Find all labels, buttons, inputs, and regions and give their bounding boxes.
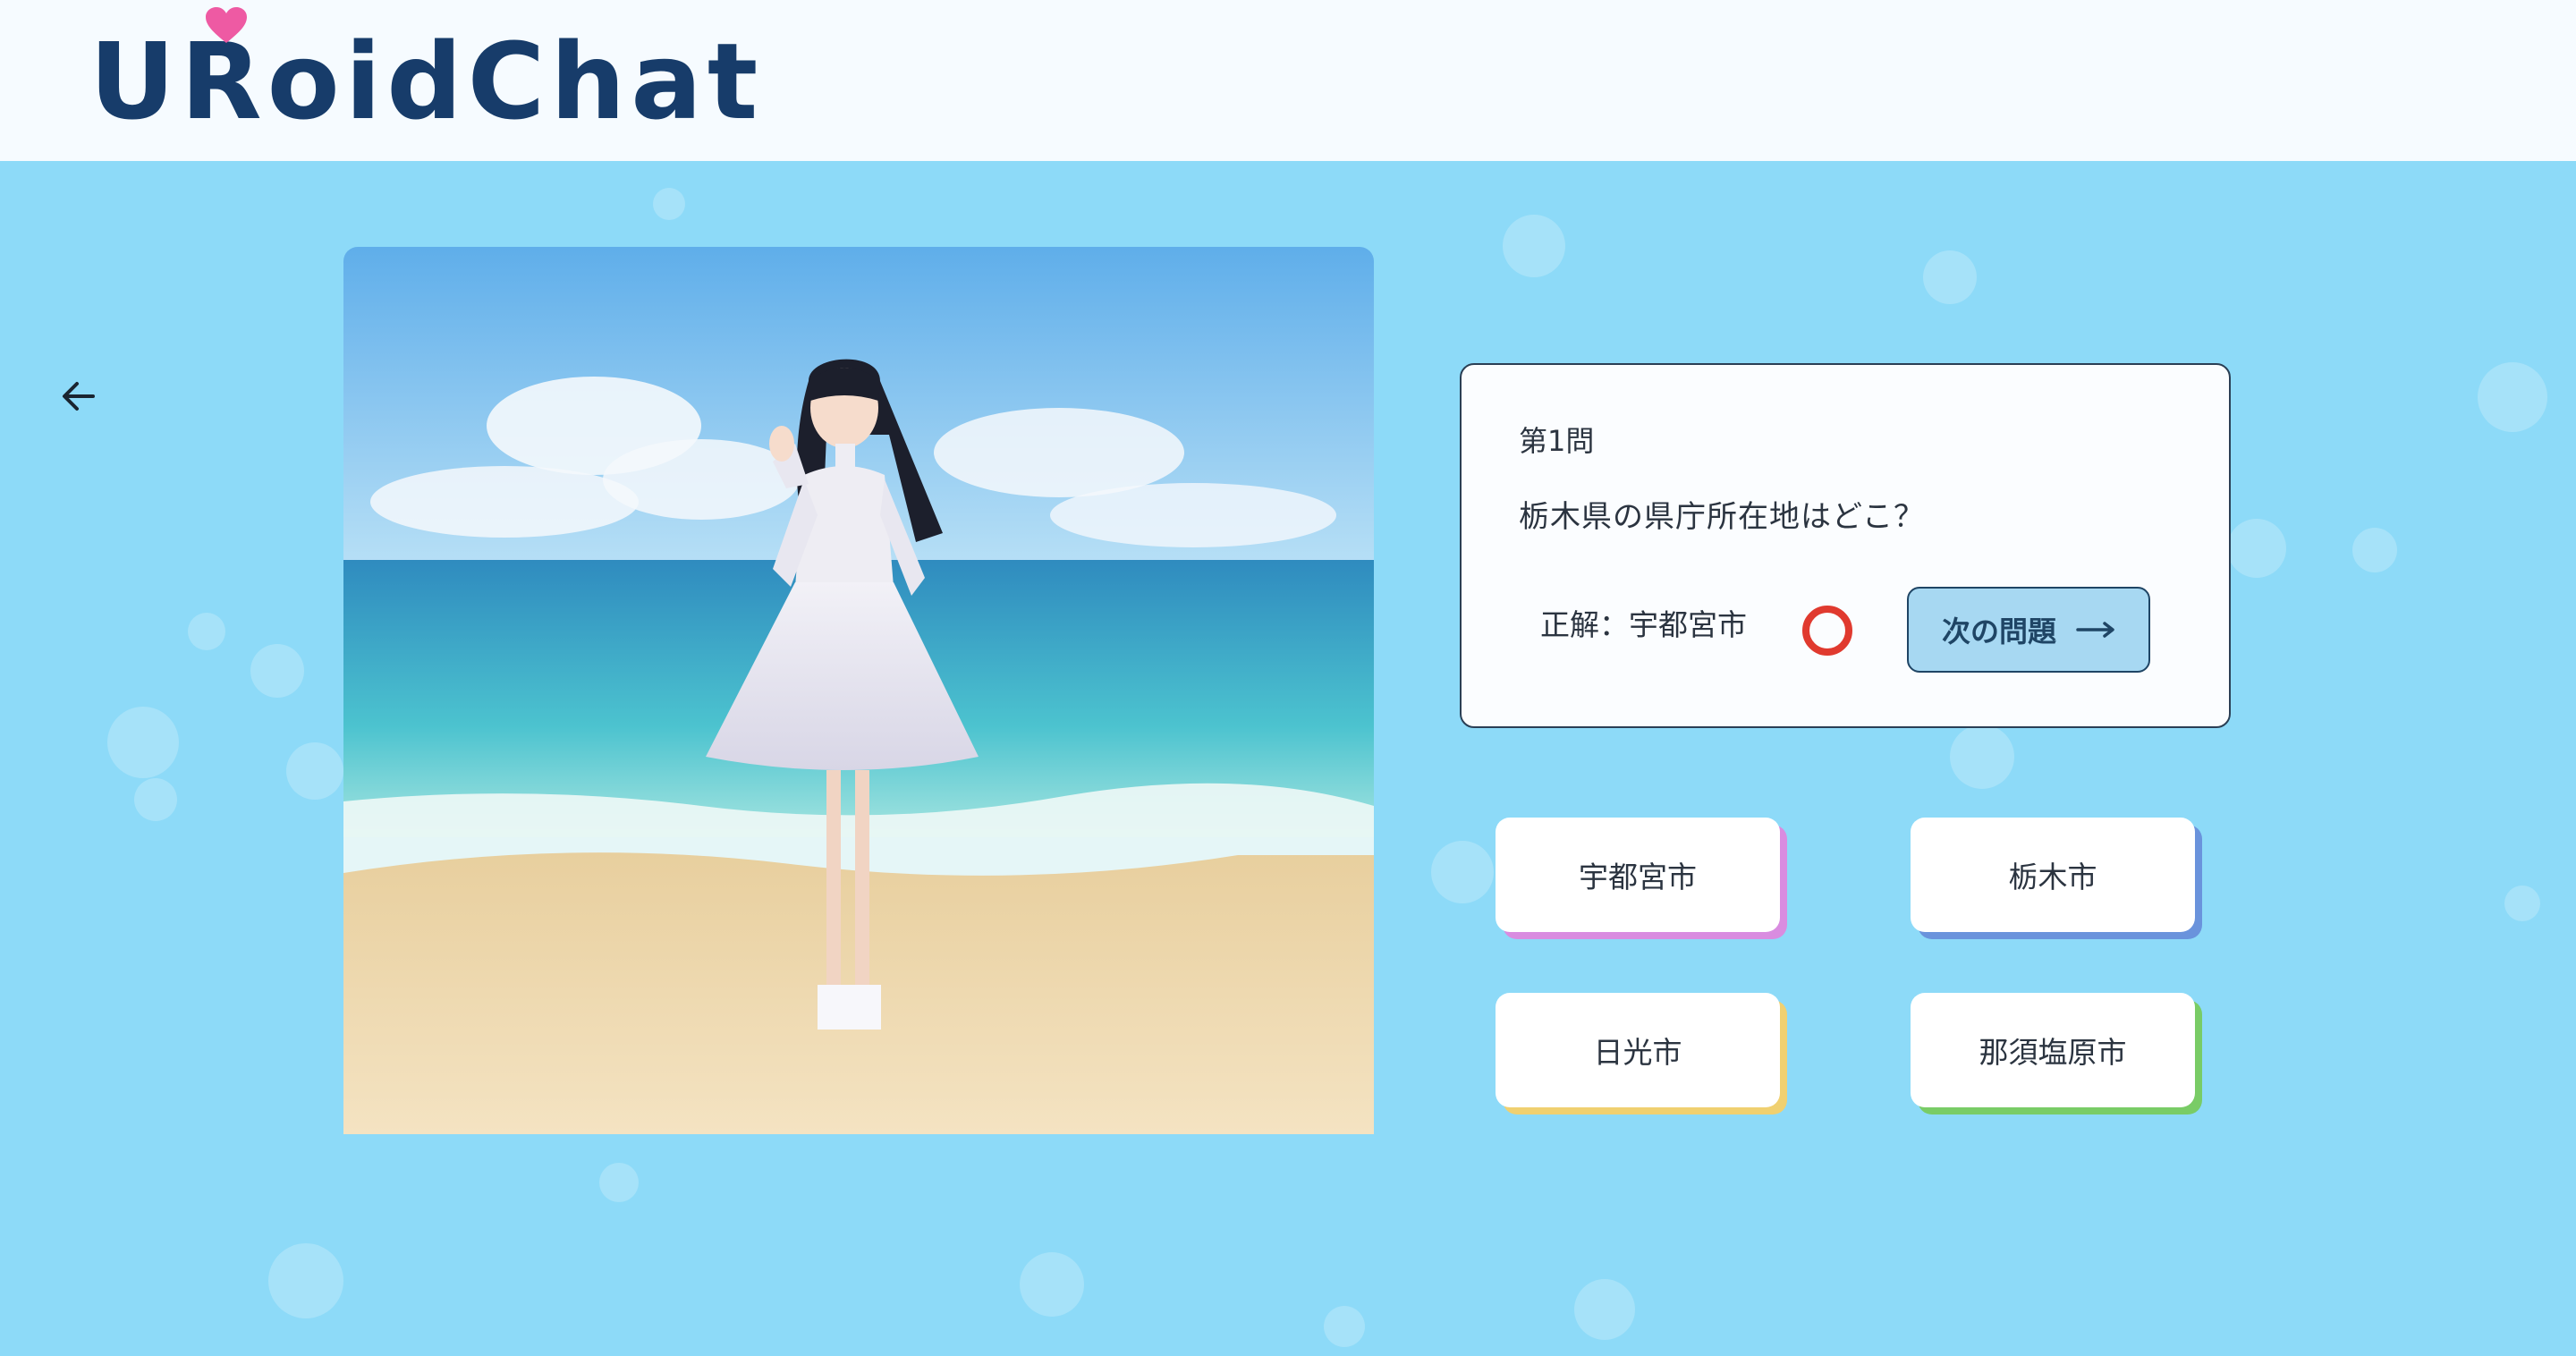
question-text: 栃木県の県庁所在地はどこ？ — [1519, 499, 1925, 535]
correct-answer: 正解： 宇都宮市 — [1540, 601, 1747, 644]
question-number: 第1問 — [1519, 424, 1595, 458]
beach-scene-image — [343, 247, 1374, 1134]
question-card: 第1問 栃木県の県庁所在地はどこ？ 正解： 宇都宮市 次の問題 — [1460, 363, 2231, 728]
circle-mark-icon — [1802, 606, 1852, 656]
answer-value: 宇都宮市 — [1629, 607, 1747, 642]
arrow-left-icon — [63, 382, 95, 411]
choice-button-3[interactable]: 日光市 — [1496, 993, 1780, 1107]
back-button[interactable] — [54, 371, 104, 421]
choice-button-4[interactable]: 那須塩原市 — [1911, 993, 2195, 1107]
app-header: URoidChat — [0, 0, 2576, 161]
answer-label: 正解： — [1540, 607, 1629, 642]
next-question-button[interactable]: 次の問題 — [1907, 587, 2150, 673]
choice-button-2[interactable]: 栃木市 — [1911, 818, 2195, 932]
heart-icon — [206, 7, 247, 43]
choice-button-1[interactable]: 宇都宮市 — [1496, 818, 1780, 932]
arrow-right-icon — [2076, 622, 2114, 638]
avatar-stage — [343, 247, 1374, 1134]
next-button-label: 次の問題 — [1941, 614, 2056, 648]
app-logo[interactable]: URoidChat — [89, 14, 763, 148]
